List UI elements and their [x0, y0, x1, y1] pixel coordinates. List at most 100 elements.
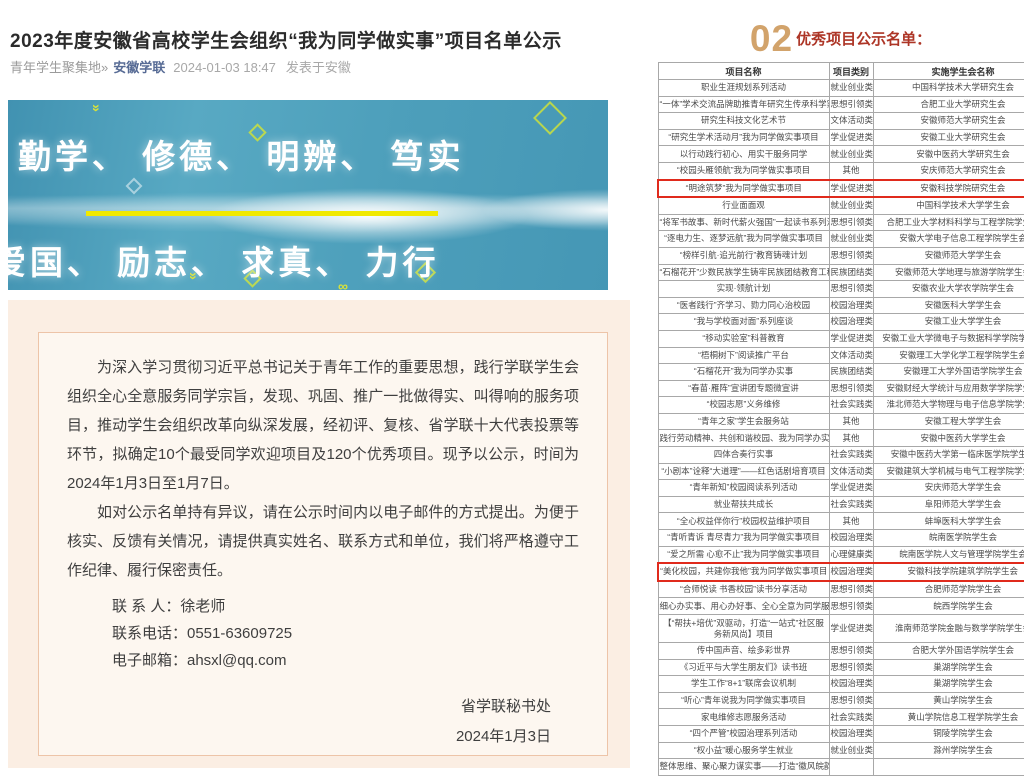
account-link[interactable]: 安徽学联	[113, 60, 165, 75]
table-row: 研究生科技文化艺术节 文体活动类 安徽师范大学研究生会	[658, 113, 1024, 130]
table-row: “我与学校面对面”系列座谈 校园治理类 安徽工业大学学生会	[658, 314, 1024, 331]
cell-project-name: 实现·领航计划	[658, 281, 829, 298]
cell-category: 其他	[829, 513, 873, 530]
cell-project-name: “听心”青年说我为同学做实事项目	[658, 692, 829, 709]
cell-project-name: 传中国声音、绘多彩世界	[658, 643, 829, 660]
cell-project-name: 就业帮扶共成长	[658, 496, 829, 513]
cell-category: 社会实践类	[829, 397, 873, 414]
cell-category: 文体活动类	[829, 113, 873, 130]
cell-org: 安徽师范大学学生会	[873, 247, 1024, 264]
col-project-name: 项目名称	[658, 63, 829, 80]
cell-org: 安徽工程大学学生会	[873, 413, 1024, 430]
table-row: 实现·领航计划 思想引领类 安徽农业大学农学院学生会	[658, 281, 1024, 298]
cell-project-name: “我与学校面对面”系列座谈	[658, 314, 829, 331]
banner-divider	[86, 211, 438, 216]
cell-org: 黄山学院学生会	[873, 692, 1024, 709]
cell-project-name: “榜样引航·追光前行”教育铸魂计划	[658, 247, 829, 264]
cell-category: 社会实践类	[829, 496, 873, 513]
cell-category: 学业促进类	[829, 180, 873, 198]
cell-category: 就业创业类	[829, 80, 873, 97]
table-row: “青年之家”学生会服务站 其他 安徽工程大学学生会	[658, 413, 1024, 430]
cell-org	[873, 759, 1024, 776]
table-row: “石榴花开”我为同学办实事 民族团结类 安徽理工大学外国语学院学生会	[658, 364, 1024, 381]
cell-category: 思想引领类	[829, 692, 873, 709]
table-row: “移动实验室”科普教育 学业促进类 安徽工业大学微电子与数据科学学院学生会	[658, 330, 1024, 347]
cell-org: 阜阳师范大学学生会	[873, 496, 1024, 513]
cell-category: 思想引领类	[829, 643, 873, 660]
table-row: “青年新知”校园阅读系列活动 学业促进类 安庆师范大学学生会	[658, 480, 1024, 497]
cell-project-name: “四个严管”校园治理系列活动	[658, 725, 829, 742]
cell-org: 铜陵学院学生会	[873, 725, 1024, 742]
cell-org: 中国科学技术大学学生会	[873, 197, 1024, 214]
cell-category: 思想引领类	[829, 96, 873, 113]
cell-category: 思想引领类	[829, 598, 873, 615]
cell-project-name: “合师悦读 书香校园”读书分享活动	[658, 581, 829, 598]
cell-category: 校园治理类	[829, 297, 873, 314]
cell-project-name: 学生工作“8+1”联席会议机制	[658, 676, 829, 693]
cell-category: 就业创业类	[829, 231, 873, 248]
table-row: 学生工作“8+1”联席会议机制 校园治理类 巢湖学院学生会	[658, 676, 1024, 693]
cell-category: 社会实践类	[829, 447, 873, 464]
cell-project-name: “梧桐树下”阅读推广平台	[658, 347, 829, 364]
table-row: 【“帮扶+培优”双驱动，打造“一站式”社区服务新风尚】项目 学业促进类 淮南师范…	[658, 615, 1024, 643]
cell-org: 淮北师范大学物理与电子信息学院学生会	[873, 397, 1024, 414]
cell-project-name: “移动实验室”科普教育	[658, 330, 829, 347]
cell-category: 思想引领类	[829, 214, 873, 231]
cell-category: 学业促进类	[829, 129, 873, 146]
cell-org: 合肥大学外国语学院学生会	[873, 643, 1024, 660]
decor-chevron: »	[89, 104, 105, 112]
table-row: “逐电力生、逐梦远航”我为同学做实事项目 就业创业类 安徽大学电子信息工程学院学…	[658, 231, 1024, 248]
cell-org: 安徽师范大学地理与旅游学院学生会	[873, 264, 1024, 281]
cell-project-name: “研究生学术活动月”我为同学做实事项目	[658, 129, 829, 146]
cell-project-name: “美化校园，共建你我他”我为同学做实事项目	[658, 563, 829, 581]
cell-category: 思想引领类	[829, 659, 873, 676]
col-category: 项目类别	[829, 63, 873, 80]
cell-project-name: “石榴花开”少数民族学生铸牢民族团结教育工程	[658, 264, 829, 281]
cell-project-name: “权小益”暖心服务学生就业	[658, 742, 829, 759]
cell-project-name: 行业面面观	[658, 197, 829, 214]
cell-project-name: 《习近平与大学生朋友们》读书班	[658, 659, 829, 676]
cell-project-name: “全心权益伴你行”校园权益维护项目	[658, 513, 829, 530]
cell-project-name: 以行动践行初心、用实干服务同学	[658, 146, 829, 163]
cell-project-name: 四体合奏行实事	[658, 447, 829, 464]
cell-project-name: “将军书故事、新时代薪火强国”一起读书系列活动	[658, 214, 829, 231]
cell-org: 中国科学技术大学研究生会	[873, 80, 1024, 97]
cell-org: 安徽财经大学统计与应用数学学院学生会	[873, 380, 1024, 397]
table-row: “春苗·雁阵”宣讲团专题微宣讲 思想引领类 安徽财经大学统计与应用数学学院学生会	[658, 380, 1024, 397]
banner-line2: 爱国、 励志、 求真、 力行	[8, 236, 440, 284]
projects-table: 项目名称 项目类别 实施学生会名称 职业生涯规划系列活动 就业创业类 中国科学技…	[657, 62, 1024, 776]
contact-email: 电子邮箱：ahsxl@qq.com	[112, 647, 579, 674]
table-row: 《习近平与大学生朋友们》读书班 思想引领类 巢湖学院学生会	[658, 659, 1024, 676]
table-row: “权小益”暖心服务学生就业 就业创业类 滁州学院学生会	[658, 742, 1024, 759]
projects-table-wrap: 项目名称 项目类别 实施学生会名称 职业生涯规划系列活动 就业创业类 中国科学技…	[657, 62, 1024, 776]
cell-project-name: “校园头雁领航”我为同学做实事项目	[658, 162, 829, 179]
table-row: 整体思维、聚心聚力谋实事——打造“徽风皖韵”青年文化品牌	[658, 759, 1024, 776]
cell-category: 其他	[829, 413, 873, 430]
cell-project-name: 践行劳动精神、共创和谐校园、我为同学办实事	[658, 430, 829, 447]
table-row: “梧桐树下”阅读推广平台 文体活动类 安徽理工大学化学工程学院学生会	[658, 347, 1024, 364]
cell-org: 安徽工业大学研究生会	[873, 129, 1024, 146]
paragraph-1: 为深入学习贯彻习近平总书记关于青年工作的重要思想，践行学联学生会组织全心全意服务…	[67, 353, 579, 498]
cell-project-name: “石榴花开”我为同学办实事	[658, 364, 829, 381]
meta-location: 发表于安徽	[286, 60, 351, 75]
cell-org: 皖西学院学生会	[873, 598, 1024, 615]
cell-category: 校园治理类	[829, 725, 873, 742]
table-row: 践行劳动精神、共创和谐校园、我为同学办实事 其他 安徽中医药大学学生会	[658, 430, 1024, 447]
cell-org: 黄山学院信息工程学院学生会	[873, 709, 1024, 726]
cell-project-name: “逐电力生、逐梦远航”我为同学做实事项目	[658, 231, 829, 248]
table-row: “合师悦读 书香校园”读书分享活动 思想引领类 合肥师范学院学生会	[658, 581, 1024, 598]
cell-category: 校园治理类	[829, 314, 873, 331]
cell-category: 思想引领类	[829, 380, 873, 397]
cell-org: 安庆师范大学研究生会	[873, 162, 1024, 179]
table-row: 传中国声音、绘多彩世界 思想引领类 合肥大学外国语学院学生会	[658, 643, 1024, 660]
table-row: 就业帮扶共成长 社会实践类 阜阳师范大学学生会	[658, 496, 1024, 513]
cell-category: 就业创业类	[829, 197, 873, 214]
cell-org: 合肥工业大学材料科学与工程学院学生会	[873, 214, 1024, 231]
table-row: “一体”学术交流品牌助推青年研究生传承科学家精神 思想引领类 合肥工业大学研究生…	[658, 96, 1024, 113]
cell-project-name: “小剧本”诠释“大道理”——红色话剧培育项目	[658, 463, 829, 480]
cell-category: 就业创业类	[829, 742, 873, 759]
table-row: “爱之所需 心愈不止”我为同学做实事项目 心理健康类 皖南医学院人文与管理学院学…	[658, 546, 1024, 563]
table-row: 职业生涯规划系列活动 就业创业类 中国科学技术大学研究生会	[658, 80, 1024, 97]
cell-org: 滁州学院学生会	[873, 742, 1024, 759]
cell-org: 合肥工业大学研究生会	[873, 96, 1024, 113]
